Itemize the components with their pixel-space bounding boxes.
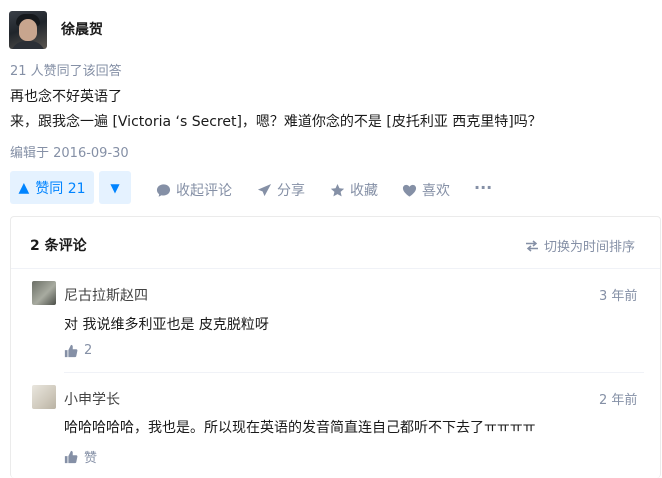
- divider: [64, 372, 644, 373]
- vote-down-button[interactable]: ▼: [99, 171, 131, 204]
- collapse-comments-button[interactable]: 收起评论: [156, 180, 232, 200]
- edited-time[interactable]: 编辑于 2016-09-30: [10, 142, 129, 161]
- author-avatar[interactable]: [9, 11, 47, 49]
- comments-count: 2 条评论: [30, 238, 87, 254]
- answer-content-line: 来，跟我念一遍 [Victoria ‘s Secret]，嗯？难道你念的不是 […: [10, 114, 542, 130]
- comment-like-count: 2: [84, 343, 93, 358]
- collapse-comments-label: 收起评论: [176, 183, 232, 199]
- comment-time: 3 年前: [599, 289, 638, 304]
- comments-panel: [10, 216, 661, 478]
- comment-avatar[interactable]: [32, 385, 56, 409]
- thumbs-up-icon: [64, 344, 78, 357]
- like-button[interactable]: 喜欢: [402, 180, 450, 200]
- comment-like-button[interactable]: 赞: [64, 447, 97, 466]
- vote-up-button[interactable]: ▲ 赞同 21: [10, 171, 94, 204]
- favorite-button[interactable]: 收藏: [330, 180, 378, 200]
- divider: [11, 268, 660, 269]
- comment-time: 2 年前: [599, 393, 638, 408]
- comment-author[interactable]: 尼古拉斯赵四: [64, 285, 148, 305]
- comment-like-button[interactable]: 2: [64, 343, 92, 358]
- comment-text: 哈哈哈哈哈，我也是。所以现在英语的发音简直连自己都听不下去了ㅠㅠㅠㅠ: [64, 420, 536, 436]
- vote-up-label: 赞同 21: [35, 180, 86, 197]
- triangle-down-icon: ▼: [110, 180, 120, 195]
- favorite-label: 收藏: [350, 183, 378, 199]
- share-button[interactable]: 分享: [257, 180, 305, 200]
- comment-text: 对 我说维多利亚也是 皮克脱粒呀: [64, 317, 269, 333]
- share-icon: [257, 183, 272, 196]
- sort-toggle-button[interactable]: 切换为时间排序: [525, 236, 635, 255]
- sort-toggle-label: 切换为时间排序: [544, 240, 636, 255]
- triangle-up-icon: ▲: [18, 179, 30, 196]
- star-icon: [330, 183, 345, 196]
- comment-icon: [156, 183, 171, 197]
- share-label: 分享: [277, 183, 305, 199]
- thumbs-up-icon: [64, 450, 78, 463]
- comment-like-label: 赞: [84, 451, 98, 466]
- switch-arrows-icon: [526, 239, 538, 252]
- like-label: 喜欢: [422, 183, 450, 199]
- comment-avatar[interactable]: [32, 281, 56, 305]
- comment-author[interactable]: 小申学长: [64, 389, 120, 409]
- more-icon: ···: [474, 178, 493, 197]
- votes-meta[interactable]: 21 人赞同了该回答: [10, 60, 122, 79]
- author-name[interactable]: 徐晨贺: [61, 19, 103, 39]
- more-button[interactable]: ···: [474, 178, 492, 197]
- heart-icon: [402, 184, 417, 197]
- answer-content-line: 再也念不好英语了: [10, 89, 122, 105]
